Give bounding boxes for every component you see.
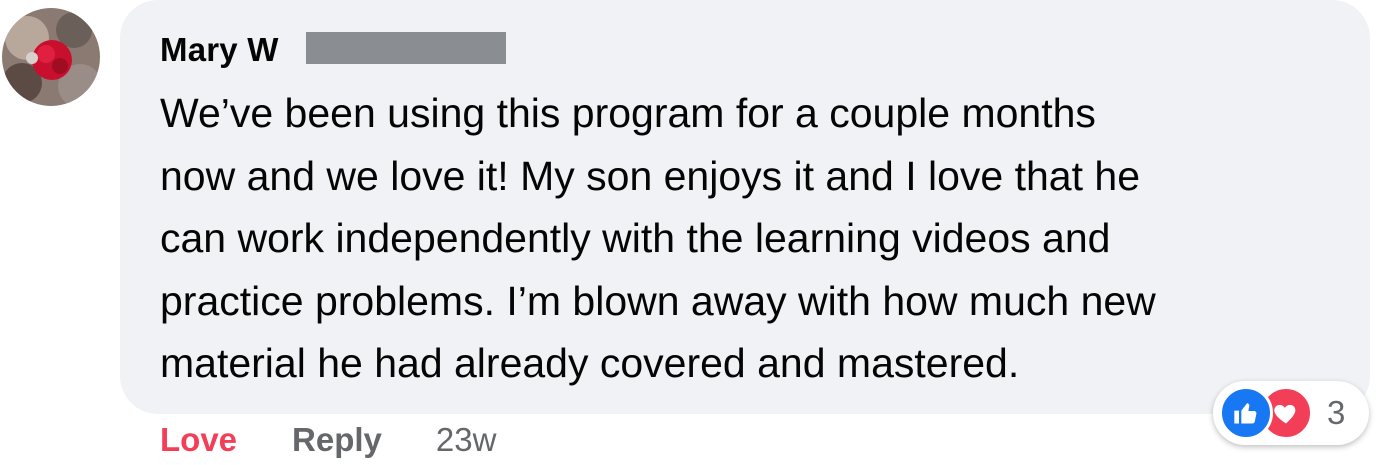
reactions-summary[interactable]: 3: [1213, 381, 1369, 445]
author-name[interactable]: Mary W: [160, 31, 279, 69]
comment-text: We’ve been using this program for a coup…: [160, 82, 1350, 395]
comment-line: can work independently with the learning…: [160, 215, 1111, 261]
comment-line: material he had already covered and mast…: [160, 340, 1020, 386]
comment-header: Mary W: [160, 28, 279, 72]
like-icon: [1219, 386, 1273, 440]
timestamp-link[interactable]: 23w: [436, 421, 497, 459]
comment-actions: Love Reply 23w: [160, 418, 496, 462]
love-reaction-button[interactable]: Love: [160, 421, 237, 459]
comment-line: now and we love it! My son enjoys it and…: [160, 152, 1140, 199]
reaction-count: 3: [1327, 394, 1346, 431]
reply-button[interactable]: Reply: [292, 421, 382, 459]
comment-line: We’ve been using this program for a coup…: [160, 90, 1096, 136]
comment-line: practice problems. I’m blown away with h…: [160, 277, 1156, 324]
redaction-bar: [306, 32, 506, 64]
avatar[interactable]: [2, 8, 100, 106]
